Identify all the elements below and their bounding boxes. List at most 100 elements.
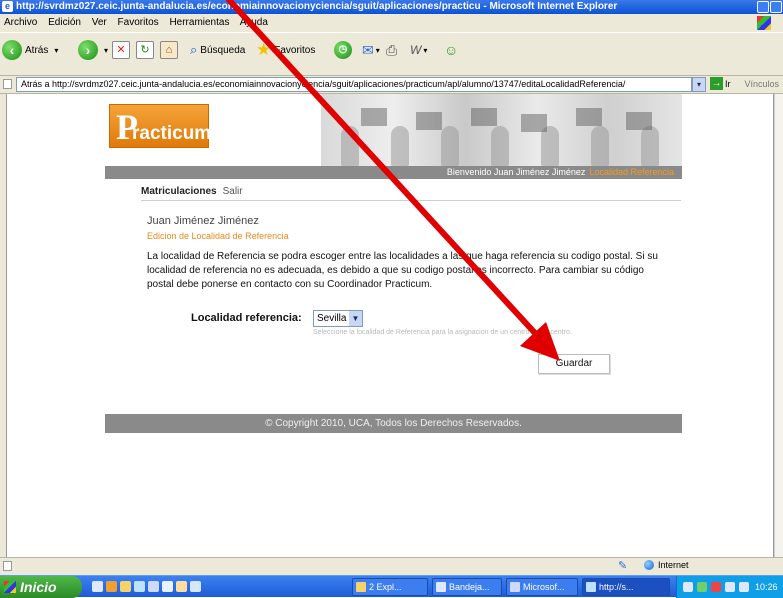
chevron-down-icon[interactable]: ▾ (423, 46, 427, 55)
save-button[interactable]: Guardar (538, 354, 610, 374)
quicklaunch-icon[interactable] (176, 581, 187, 592)
page-footer: © Copyright 2010, UCA, Todos los Derecho… (105, 414, 682, 433)
system-tray: 10:26 (676, 576, 783, 598)
locality-select-value: Sevilla (317, 313, 347, 324)
menu-edicion[interactable]: Edición (48, 17, 81, 28)
locality-label: Localidad referencia: (191, 312, 302, 324)
menu-bar: Archivo Edición Ver Favoritos Herramient… (0, 14, 783, 32)
mail-icon: ✉ (362, 41, 374, 58)
ie-icon: e (2, 1, 13, 12)
quicklaunch-icon[interactable] (92, 581, 103, 592)
title-bar: e http://svrdmz027.ceic.junta-andalucia.… (0, 0, 783, 14)
task-explorer[interactable]: 2 Expl... (352, 578, 428, 596)
nav-salir[interactable]: Salir (223, 186, 243, 197)
menu-herramientas[interactable]: Herramientas (169, 17, 229, 28)
task-bandeja[interactable]: Bandeja... (432, 578, 502, 596)
go-button[interactable]: → Ir (710, 77, 731, 90)
info-paragraph: La localidad de Referencia se podra esco… (147, 251, 658, 290)
tray-icon[interactable] (739, 582, 749, 592)
zone-label: Internet (658, 560, 689, 570)
menu-archivo[interactable]: Archivo (4, 17, 37, 28)
go-label: Ir (725, 78, 731, 89)
start-button[interactable]: Inicio (0, 576, 82, 598)
quicklaunch-icon[interactable] (148, 581, 159, 592)
print-button[interactable]: ⎙ (386, 39, 397, 61)
taskbar: Inicio 2 Expl... Bandeja... Microsof... … (0, 575, 783, 598)
search-button[interactable]: ⌕ Búsqueda (190, 39, 245, 61)
menu-ayuda[interactable]: Ayuda (240, 17, 268, 28)
forward-arrow-icon: › (78, 40, 98, 60)
task-ie[interactable]: http://s... (582, 578, 670, 596)
stop-icon: ✕ (112, 41, 130, 59)
links-label[interactable]: Vínculos (744, 77, 779, 92)
chevron-down-icon[interactable]: ▾ (376, 46, 380, 55)
back-arrow-icon: ‹ (2, 40, 22, 60)
star-icon: ★ (256, 40, 272, 59)
maximize-button[interactable] (770, 1, 782, 13)
back-label: Atrás (25, 44, 49, 56)
welcome-text: Bienvenido Juan Jiménez Jiménez (446, 167, 586, 177)
search-icon: ⌕ (190, 42, 198, 57)
quicklaunch-icon[interactable] (190, 581, 201, 592)
refresh-button[interactable]: ↻ (136, 39, 154, 61)
tray-icon[interactable] (683, 582, 693, 592)
globe-icon (644, 560, 654, 570)
forward-button[interactable]: › ▾ (78, 39, 108, 61)
chevron-down-icon: ▼ (349, 311, 362, 326)
home-button[interactable]: ⌂ (160, 39, 178, 61)
stop-button[interactable]: ✕ (112, 39, 130, 61)
favorites-label: Favoritos (274, 44, 316, 56)
refresh-icon: ↻ (136, 41, 154, 59)
go-arrow-icon: → (710, 77, 723, 90)
mail-button[interactable]: ✉ ▾ (362, 39, 380, 61)
edit-button[interactable]: W ▾ (410, 39, 427, 61)
quicklaunch-icon[interactable] (162, 581, 173, 592)
minimize-button[interactable] (757, 1, 769, 13)
tray-icon[interactable] (711, 582, 721, 592)
page-viewport: P racticum Bienvenido Juan Jiménez Jimén… (6, 94, 774, 557)
locality-hint: Seleccione la localidad de Referencia pa… (313, 329, 572, 336)
menu-favoritos[interactable]: Favoritos (118, 17, 159, 28)
toolbar: ‹ Atrás ▾ › ▾ ✕ ↻ ⌂ ⌕ Búsqueda ★ Favorit… (0, 32, 783, 76)
home-icon: ⌂ (160, 41, 178, 59)
quicklaunch-icon[interactable] (120, 581, 131, 592)
word-icon: W (410, 43, 422, 57)
menu-ver[interactable]: Ver (92, 17, 107, 28)
welcome-bar: Bienvenido Juan Jiménez Jiménez Localidad… (105, 166, 682, 179)
messenger-button[interactable]: ☺ (444, 39, 458, 61)
address-dropdown-icon[interactable]: ▾ (692, 77, 706, 92)
address-input[interactable]: Atrás a http://svrdmz027.ceic.junta-anda… (16, 77, 692, 92)
windows-flag-icon (4, 581, 16, 593)
task-microsoft[interactable]: Microsof... (506, 578, 578, 596)
tray-icon[interactable] (697, 582, 707, 592)
search-label: Búsqueda (200, 44, 246, 56)
vertical-scrollbar[interactable] (774, 94, 783, 557)
site-banner: P racticum Bienvenido Juan Jiménez Jimén… (105, 94, 682, 179)
history-icon: ◷ (334, 41, 352, 59)
nav-matriculaciones[interactable]: Matriculaciones (141, 186, 217, 197)
history-button[interactable]: ◷ (334, 39, 352, 61)
clock: 10:26 (755, 582, 778, 592)
print-icon: ⎙ (386, 41, 398, 58)
main-nav: Matriculaciones Salir (141, 184, 681, 201)
quicklaunch-icon[interactable] (106, 581, 117, 592)
page-status-icon (3, 561, 12, 571)
windows-flag-icon (757, 16, 771, 30)
tray-icon[interactable] (725, 582, 735, 592)
messenger-icon: ☺ (444, 42, 459, 58)
locality-select[interactable]: Sevilla ▼ (313, 310, 363, 327)
address-row: Atrás a http://svrdmz027.ceic.junta-anda… (0, 76, 783, 94)
chevron-down-icon[interactable]: ▾ (104, 46, 108, 55)
browser-window: e http://svrdmz027.ceic.junta-andalucia.… (0, 0, 783, 598)
chevron-down-icon[interactable]: ▾ (54, 46, 58, 55)
favorites-button[interactable]: ★ Favoritos (256, 39, 315, 61)
welcome-location-link[interactable]: Localidad Referencia (589, 167, 674, 177)
page-subtitle: Edicion de Localidad de Referencia (147, 231, 289, 241)
practicum-logo: P racticum (109, 104, 211, 148)
back-button[interactable]: ‹ Atrás ▾ (2, 39, 58, 61)
user-name: Juan Jiménez Jiménez (147, 215, 259, 227)
start-label: Inicio (20, 579, 57, 595)
quicklaunch-icon[interactable] (134, 581, 145, 592)
banner-photo (321, 94, 682, 166)
page-icon (3, 79, 12, 89)
